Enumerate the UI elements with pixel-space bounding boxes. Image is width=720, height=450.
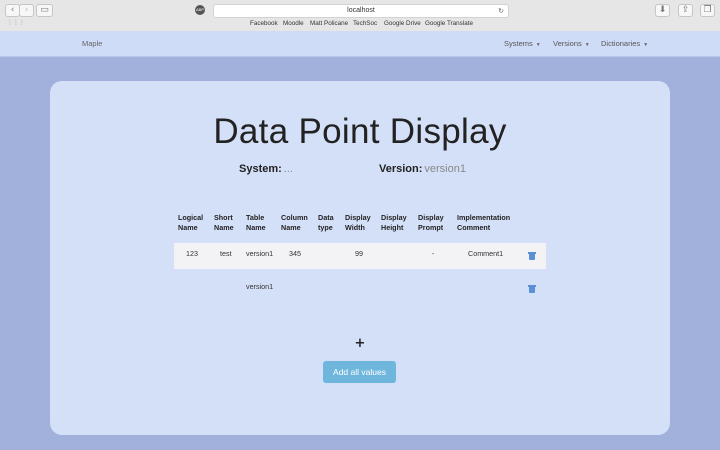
bookmark-item[interactable]: TechSoc [353, 18, 377, 30]
system-label: System: [239, 163, 282, 175]
header-data-type: Data type [318, 213, 334, 232]
version-label: Version: [379, 163, 423, 175]
version-info: Version: version1 [379, 163, 466, 175]
nav-item-label: Dictionaries [601, 39, 641, 48]
system-value: ... [283, 163, 293, 175]
header-column-name: Column Name [281, 213, 308, 232]
version-value: version1 [424, 163, 466, 175]
caret-down-icon: ▼ [584, 42, 590, 48]
adblock-icon[interactable]: ABP [195, 5, 205, 15]
browser-toolbar: ‹ › ▭ ABP localhost ↻ ⬇ ⇪ ❐ ⋮⋮⋮ Facebook… [0, 0, 720, 32]
trash-icon[interactable] [528, 285, 536, 293]
bookmark-item[interactable]: Google Drive [384, 18, 421, 30]
caret-down-icon: ▼ [535, 42, 541, 48]
bookmark-item[interactable]: Facebook [250, 18, 278, 30]
nav-item-label: Systems [504, 39, 533, 48]
header-display-prompt: Display Prompt [418, 213, 444, 232]
share-icon[interactable]: ⇪ [678, 4, 693, 17]
cell-table-name: version1 [246, 249, 274, 258]
brand-link[interactable]: Maple [82, 39, 102, 48]
header-display-height: Display Height [381, 213, 407, 232]
cell-short-name: test [220, 249, 232, 258]
cell-comment: Comment1 [468, 249, 504, 258]
cell-table-name: version1 [246, 282, 274, 291]
tabs-icon[interactable]: ❐ [700, 4, 715, 17]
trash-icon[interactable] [528, 252, 536, 260]
reload-icon[interactable]: ↻ [498, 5, 504, 17]
bookmark-item[interactable]: Matt Policane [310, 18, 348, 30]
forward-icon[interactable]: › [19, 4, 34, 17]
sidebar-icon[interactable]: ▭ [36, 4, 53, 17]
header-display-width: Display Width [345, 213, 371, 232]
bookmark-item[interactable]: Moodle [283, 18, 304, 30]
back-icon[interactable]: ‹ [5, 4, 20, 17]
app-navbar: Maple Systems ▼ Versions ▼ Dictionaries ▼ [0, 31, 720, 57]
cell-display-width: 99 [355, 249, 363, 258]
bookmark-item[interactable]: Google Translate [425, 18, 473, 30]
cell-logical-name: 123 [186, 249, 198, 258]
header-table-name: Table Name [246, 213, 266, 232]
header-logical-name: Logical Name [178, 213, 204, 232]
header-short-name: Short Name [214, 213, 234, 232]
caret-down-icon: ▼ [643, 42, 649, 48]
cell-display-prompt: - [432, 249, 435, 258]
nav-dictionaries-dropdown[interactable]: Dictionaries ▼ [601, 39, 648, 48]
add-row-button[interactable]: + [354, 336, 366, 351]
nav-versions-dropdown[interactable]: Versions ▼ [553, 39, 590, 48]
download-icon[interactable]: ⬇ [655, 4, 670, 17]
page-title: Data Point Display [213, 112, 507, 151]
bookmarks-bar: Facebook Moodle Matt Policane TechSoc Go… [0, 18, 720, 30]
cell-column-name: 345 [289, 249, 301, 258]
nav-systems-dropdown[interactable]: Systems ▼ [504, 39, 541, 48]
nav-item-label: Versions [553, 39, 582, 48]
header-implementation-comment: Implementation Comment [457, 213, 511, 232]
system-info: System:... [239, 163, 293, 175]
url-text: localhost [347, 7, 375, 14]
add-all-values-button[interactable]: Add all values [323, 361, 396, 383]
address-bar[interactable]: localhost ↻ [213, 4, 509, 18]
